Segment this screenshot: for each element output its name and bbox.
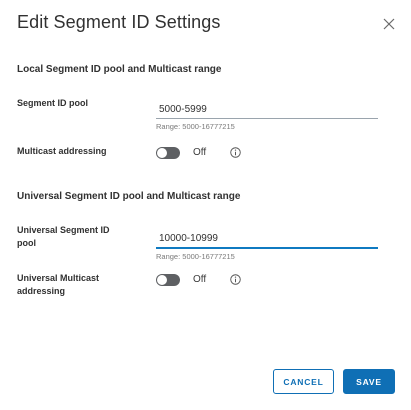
local-section-heading: Local Segment ID pool and Multicast rang…: [17, 64, 222, 75]
universal-segment-id-pool-input[interactable]: [156, 233, 378, 249]
universal-multicast-label-line1: Universal Multicast: [17, 273, 100, 283]
universal-segment-id-pool-label: Universal Segment ID pool: [17, 224, 110, 250]
info-icon[interactable]: [230, 147, 241, 158]
save-button[interactable]: SAVE: [343, 369, 395, 394]
toggle-knob: [157, 148, 167, 158]
multicast-addressing-state: Off: [193, 147, 207, 158]
close-icon[interactable]: [380, 15, 398, 33]
multicast-addressing-toggle[interactable]: [156, 147, 180, 159]
universal-multicast-label-line2: addressing: [17, 286, 66, 296]
universal-multicast-addressing-label: Universal Multicast addressing: [17, 272, 99, 298]
segment-id-pool-label: Segment ID pool: [17, 98, 89, 108]
segment-id-pool-hint: Range: 5000-16777215: [156, 122, 235, 131]
universal-multicast-addressing-toggle[interactable]: [156, 274, 180, 286]
universal-segment-label-line1: Universal Segment ID: [17, 225, 110, 235]
universal-segment-label-line2: pool: [17, 238, 36, 248]
cancel-button[interactable]: CANCEL: [273, 369, 334, 394]
segment-id-pool-field-wrap: Range: 5000-16777215: [156, 99, 378, 131]
universal-section-heading: Universal Segment ID pool and Multicast …: [17, 191, 241, 202]
info-icon[interactable]: [230, 274, 241, 285]
dialog-title: Edit Segment ID Settings: [17, 12, 221, 32]
universal-segment-id-pool-field-wrap: Range: 5000-16777215: [156, 228, 378, 261]
toggle-knob: [157, 275, 167, 285]
segment-id-pool-input[interactable]: [156, 104, 378, 119]
multicast-addressing-label: Multicast addressing: [17, 146, 107, 156]
universal-segment-id-pool-hint: Range: 5000-16777215: [156, 252, 235, 261]
universal-multicast-addressing-state: Off: [193, 274, 207, 285]
